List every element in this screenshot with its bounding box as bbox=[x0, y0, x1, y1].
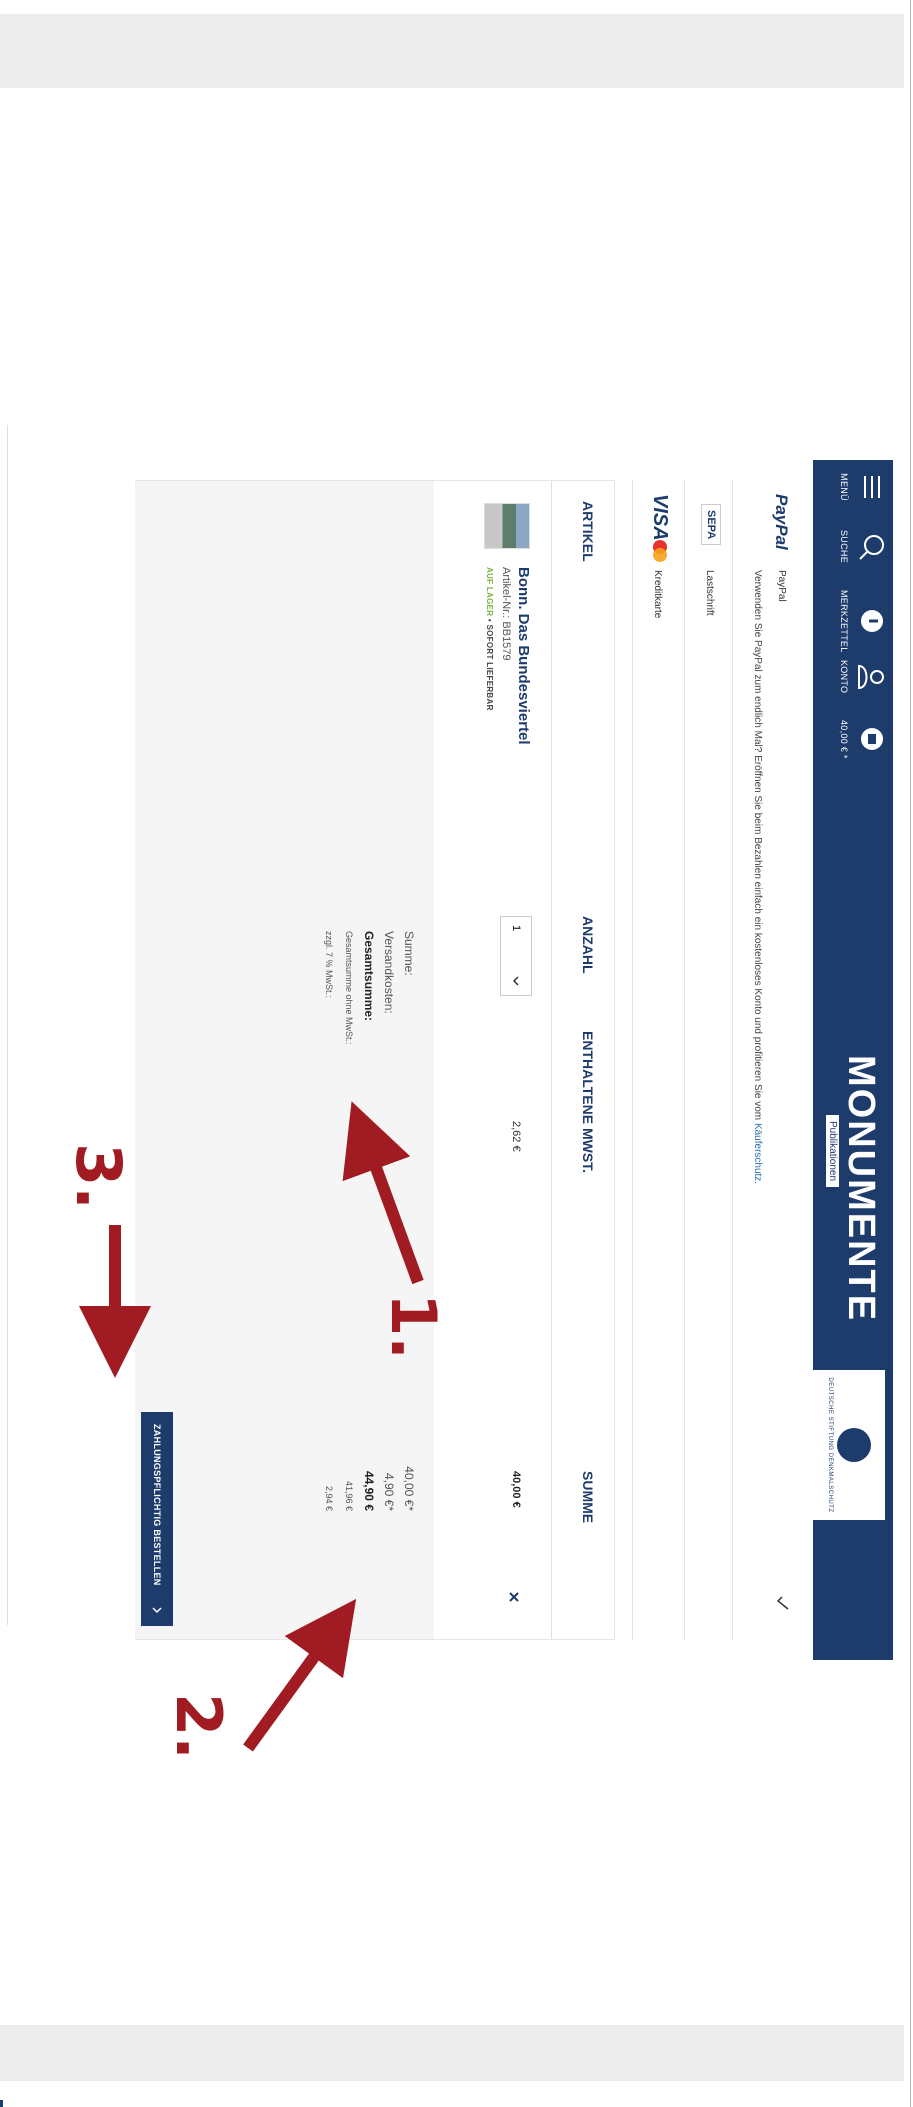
card-name: Kreditkarte bbox=[652, 570, 663, 619]
total-label-shipping: Versandkosten: bbox=[382, 931, 396, 1014]
stock-status-green: AUF LAGER bbox=[485, 567, 494, 617]
payment-methods: PayPal PayPal Verwenden Sie PayPal zum e… bbox=[632, 480, 805, 1640]
checkout-screenshot: MENÜ SUCHE MERKZETTEL KONTO 40,00 € * MO… bbox=[133, 460, 893, 1660]
wishlist-label: MERKZETTEL bbox=[839, 590, 849, 653]
wishlist-button[interactable]: MERKZETTEL bbox=[839, 590, 887, 653]
wishlist-icon bbox=[861, 610, 883, 633]
top-bar bbox=[0, 14, 904, 88]
total-label-net: Gesamtsumme ohne MwSt.: bbox=[344, 931, 354, 1045]
cart-totals: Summe: 40,00 €* Versandkosten: 4,90 €* G… bbox=[135, 481, 434, 1639]
product-title[interactable]: Bonn. Das Bundesviertel bbox=[515, 567, 532, 745]
quantity-select[interactable]: 1 bbox=[500, 916, 532, 996]
quantity-value: 1 bbox=[510, 925, 522, 932]
total-label-sum: Summe: bbox=[402, 931, 416, 976]
annotation-number-1: 1. bbox=[376, 1293, 450, 1360]
item-sum: 40,00 € bbox=[510, 1471, 522, 1508]
search-icon bbox=[859, 534, 884, 560]
payment-option-sepa[interactable]: SEPA Lastschrift bbox=[684, 480, 733, 1640]
product-thumbnail[interactable] bbox=[484, 503, 530, 549]
paypal-name: PayPal bbox=[776, 570, 787, 602]
foundation-seal-icon bbox=[837, 1428, 872, 1462]
mastercard-icon-2 bbox=[653, 548, 667, 562]
chevron-down-icon bbox=[512, 976, 519, 986]
logo-wordmark: MONUMENTE bbox=[840, 1055, 882, 1323]
paypal-description: Verwenden Sie PayPal zum endlich Mal? Er… bbox=[752, 570, 763, 1121]
search-label: SUCHE bbox=[839, 530, 849, 564]
total-value-sum: 40,00 €* bbox=[402, 1466, 416, 1511]
menu-label: MENÜ bbox=[839, 473, 849, 501]
site-header: MENÜ SUCHE MERKZETTEL KONTO 40,00 € * MO… bbox=[813, 460, 893, 1660]
total-value-net: 41,96 € bbox=[344, 1480, 354, 1511]
foundation-logo[interactable]: DEUTSCHE STIFTUNG DENKMALSCHUTZ bbox=[813, 1370, 885, 1520]
total-value-tax: 2,94 € bbox=[324, 1485, 334, 1511]
total-label-tax: zzgl. 7 % MwSt.: bbox=[324, 931, 334, 998]
total-label-grand: Gesamtsumme: bbox=[362, 931, 376, 1022]
cart-button[interactable]: 40,00 € * bbox=[839, 720, 887, 759]
bottom-accent bbox=[0, 2100, 3, 2107]
total-value-grand: 44,90 € bbox=[362, 1470, 376, 1511]
search-button[interactable]: SUCHE bbox=[839, 530, 887, 563]
checkmark-icon bbox=[776, 1596, 789, 1610]
paypal-logo: PayPal bbox=[772, 494, 791, 550]
annotation-number-2: 2. bbox=[161, 1693, 235, 1760]
account-icon bbox=[858, 664, 884, 689]
cart-icon bbox=[861, 728, 883, 751]
total-value-shipping: 4,90 €* bbox=[382, 1472, 396, 1511]
stock-status: AUF LAGER • SOFORT LIEFERBAR bbox=[485, 567, 494, 711]
header-vat: ENTHALTENE MWST. bbox=[580, 1031, 596, 1174]
bottom-bar bbox=[0, 2025, 904, 2081]
order-button[interactable]: ZAHLUNGSPFLICHTIG BESTELLEN bbox=[141, 1412, 173, 1626]
order-button-label: ZAHLUNGSPFLICHTIG BESTELLEN bbox=[152, 1424, 162, 1586]
header-article: ARTIKEL bbox=[580, 501, 596, 562]
account-button[interactable]: KONTO bbox=[839, 660, 887, 693]
stock-status-rest: • SOFORT LIEFERBAR bbox=[485, 616, 494, 711]
cart-label: 40,00 € * bbox=[839, 720, 849, 759]
header-qty: ANZAHL bbox=[580, 916, 596, 974]
sepa-logo: SEPA bbox=[701, 504, 721, 546]
foundation-text: DEUTSCHE STIFTUNG DENKMALSCHUTZ bbox=[827, 1377, 834, 1513]
buyer-protection-link[interactable]: Käuferschutz. bbox=[752, 1123, 763, 1184]
header-sum: SUMME bbox=[580, 1471, 596, 1524]
product-article-number: Artikel-Nr.: BB1579 bbox=[500, 567, 512, 661]
payment-option-card[interactable]: VISA Kreditkarte bbox=[632, 480, 685, 1640]
logo-subtitle: Publikationen bbox=[826, 1115, 839, 1188]
background-frame bbox=[0, 425, 8, 1625]
divider bbox=[551, 481, 552, 1639]
account-label: KONTO bbox=[839, 660, 849, 694]
monumente-logo[interactable]: MONUMENTE Publikationen bbox=[826, 1055, 882, 1323]
annotation-number-3: 3. bbox=[61, 1143, 135, 1210]
payment-option-paypal[interactable]: PayPal PayPal Verwenden Sie PayPal zum e… bbox=[732, 480, 805, 1640]
remove-item-icon[interactable] bbox=[506, 1589, 522, 1605]
chevron-right-icon bbox=[152, 1607, 162, 1614]
cart-table: ARTIKEL ANZAHL ENTHALTENE MWST. SUMME Bo… bbox=[135, 480, 615, 1640]
sepa-name: Lastschrift bbox=[704, 570, 715, 616]
visa-logo: VISA bbox=[649, 494, 671, 541]
menu-button[interactable]: MENÜ bbox=[839, 472, 887, 502]
menu-icon bbox=[864, 476, 880, 498]
item-vat: 2,62 € bbox=[510, 1121, 522, 1152]
